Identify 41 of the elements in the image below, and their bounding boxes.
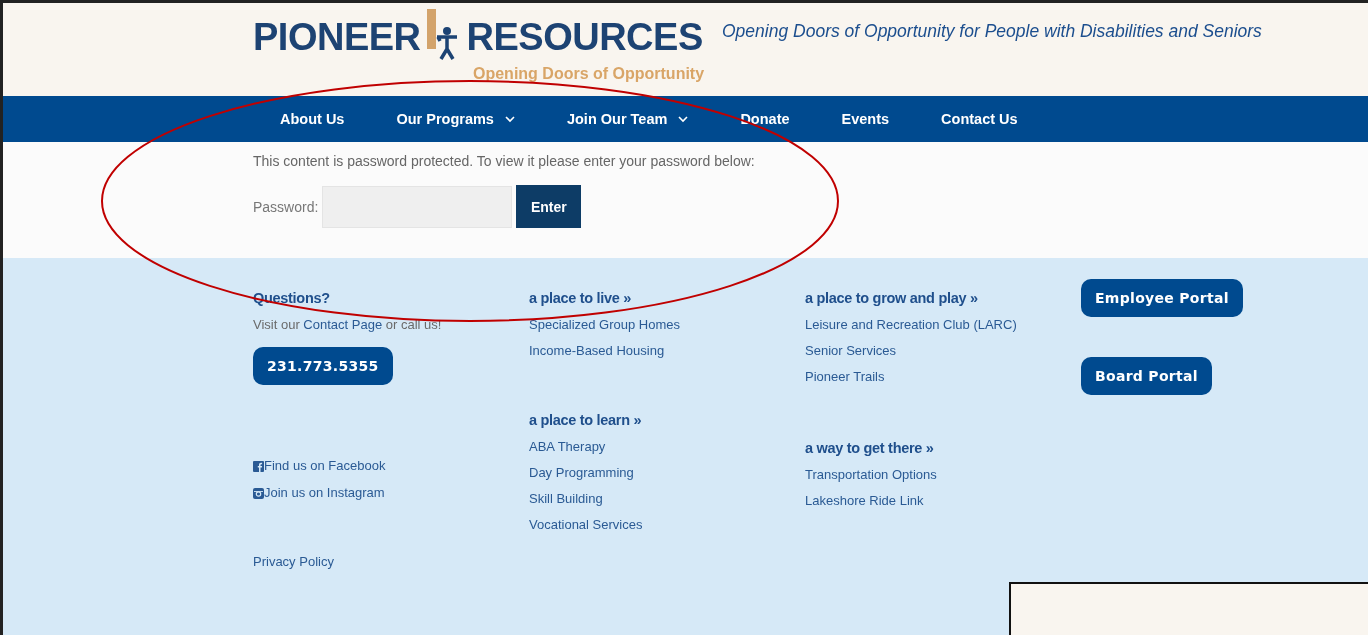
nav-item[interactable]: Events	[841, 111, 890, 127]
password-label: Password:	[253, 198, 319, 215]
footer-link[interactable]: Transportation Options	[805, 466, 937, 484]
privacy-link[interactable]: Privacy Policy	[253, 553, 334, 571]
social-link[interactable]: Find us on Facebook	[253, 457, 386, 475]
nav-item[interactable]: Our Programs	[396, 111, 515, 127]
nav-item[interactable]: About Us	[280, 111, 345, 127]
footer-link[interactable]: Leisure and Recreation Club (LARC)	[805, 316, 1017, 334]
logo-text: PIONEER	[253, 15, 421, 59]
tagline: Opening Doors of Opportunity for People with Disabilities and Seniors	[722, 20, 1262, 43]
logo-subtitle: Opening Doors of Opportunity	[473, 65, 703, 83]
footer-link[interactable]: Skill Building	[529, 490, 603, 508]
footer-link[interactable]: Income-Based Housing	[529, 342, 665, 360]
instagram-icon	[253, 487, 264, 499]
footer-heading[interactable]: a place to live »	[529, 288, 632, 308]
footer-heading[interactable]: a way to get there »	[805, 438, 934, 458]
enter-button[interactable]: Enter	[516, 185, 582, 228]
contact-text: Visit our Contact Page or call us!	[253, 316, 442, 334]
nav-item[interactable]: Contact Us	[941, 111, 1018, 127]
logo-text: RESOURCES	[466, 15, 703, 59]
footer-heading: Questions?	[253, 289, 330, 308]
nav-item[interactable]: Donate	[740, 111, 790, 127]
footer-link[interactable]: Vocational Services	[529, 516, 643, 534]
chevron-down-icon	[504, 115, 515, 123]
footer-link[interactable]: Day Programming	[529, 464, 634, 482]
protected-message: This content is password protected. To view it please enter your password below:	[253, 153, 756, 169]
footer-heading[interactable]: a place to grow and play »	[805, 288, 978, 308]
chevron-down-icon	[678, 115, 689, 123]
footer-link[interactable]: Senior Services	[805, 342, 897, 360]
footer-heading[interactable]: a place to learn »	[529, 410, 642, 430]
social-link[interactable]: Join us on Instagram	[253, 484, 385, 502]
portal-button[interactable]: Employee Portal	[1081, 279, 1243, 317]
contact-link[interactable]: Contact Page	[303, 317, 383, 332]
nav-item[interactable]: Join Our Team	[566, 111, 689, 127]
footer-link[interactable]: ABA Therapy	[529, 438, 606, 456]
phone-button[interactable]: 231.773.5355	[253, 347, 393, 385]
footer-link[interactable]: Lakeshore Ride Link	[805, 492, 924, 510]
portal-button[interactable]: Board Portal	[1081, 357, 1212, 395]
footer-link[interactable]: Specialized Group Homes	[529, 316, 681, 334]
facebook-icon	[253, 460, 264, 472]
footer-link[interactable]: Pioneer Trails	[805, 368, 885, 386]
